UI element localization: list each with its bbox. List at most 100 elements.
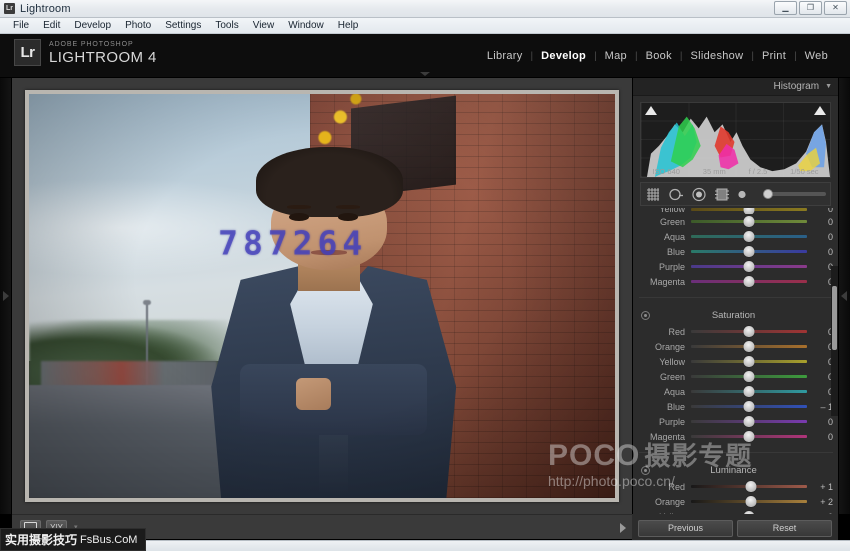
module-slideshow[interactable]: Slideshow	[682, 50, 751, 62]
hue-slider-row[interactable]: Blue0	[633, 244, 838, 259]
adjustment-brush-tool-icon[interactable]	[737, 187, 753, 202]
saturation-slider-row[interactable]: Orange0	[633, 339, 838, 354]
saturation-slider-row[interactable]: Yellow0	[633, 354, 838, 369]
expand-right-panel-icon[interactable]	[841, 291, 847, 301]
saturation-slider-label: Blue	[637, 402, 691, 412]
module-print[interactable]: Print	[754, 50, 794, 62]
hue-slider-track[interactable]	[691, 279, 807, 284]
menu-settings[interactable]: Settings	[158, 19, 208, 33]
saturation-slider-track[interactable]	[691, 419, 807, 424]
hue-slider-row[interactable]: Green0	[633, 214, 838, 229]
red-eye-correction-tool-icon[interactable]	[691, 187, 707, 202]
hue-slider-row[interactable]: Purple0	[633, 259, 838, 274]
hue-slider-row[interactable]: Aqua0	[633, 229, 838, 244]
right-panel-scrollbar[interactable]	[831, 266, 838, 416]
saturation-slider-row[interactable]: Magenta0	[633, 429, 838, 444]
previous-button[interactable]: Previous	[638, 520, 733, 537]
hue-slider-track[interactable]	[691, 264, 807, 269]
saturation-slider-knob[interactable]	[744, 356, 755, 367]
saturation-slider-row[interactable]: Aqua0	[633, 384, 838, 399]
maximize-button[interactable]: ❐	[799, 1, 822, 15]
hue-slider-track[interactable]	[691, 208, 807, 212]
luminance-slider-track[interactable]	[691, 484, 807, 489]
scrollbar-thumb[interactable]	[832, 286, 837, 350]
close-button[interactable]: ✕	[824, 1, 847, 15]
tool-amount-knob[interactable]	[763, 189, 773, 199]
hue-slider-knob[interactable]	[744, 216, 755, 227]
hue-slider-knob[interactable]	[744, 231, 755, 242]
hue-slider-track[interactable]	[691, 219, 807, 224]
saturation-slider-track[interactable]	[691, 404, 807, 409]
targeted-adjustment-tool-icon[interactable]	[641, 311, 650, 320]
image-view[interactable]: 787264	[12, 78, 632, 514]
menu-tools[interactable]: Tools	[208, 19, 245, 33]
photo-canvas[interactable]: 787264	[29, 94, 615, 498]
saturation-slider-track[interactable]	[691, 389, 807, 394]
menu-file[interactable]: File	[6, 19, 36, 33]
saturation-slider-value: – 1	[807, 402, 833, 412]
filmstrip-collapsed[interactable]	[838, 78, 850, 514]
saturation-slider-label: Green	[637, 372, 691, 382]
tool-amount-slider[interactable]	[763, 192, 826, 196]
saturation-slider-row[interactable]: Purple0	[633, 414, 838, 429]
graduated-filter-tool-icon[interactable]	[714, 187, 730, 202]
develop-tool-strip	[640, 182, 831, 206]
saturation-slider-knob[interactable]	[744, 431, 755, 442]
saturation-slider-track[interactable]	[691, 374, 807, 379]
menu-view[interactable]: View	[246, 19, 282, 33]
saturation-slider-knob[interactable]	[744, 416, 755, 427]
saturation-slider-knob[interactable]	[744, 341, 755, 352]
reset-button[interactable]: Reset	[737, 520, 832, 537]
hue-slider-row[interactable]: Magenta0	[633, 274, 838, 289]
toolbar-expand-icon[interactable]	[620, 523, 626, 533]
luminance-slider-knob[interactable]	[746, 481, 757, 492]
saturation-slider-knob[interactable]	[744, 401, 755, 412]
hue-slider-knob[interactable]	[744, 208, 755, 214]
chevron-down-icon[interactable]: ▼	[825, 83, 832, 90]
module-web[interactable]: Web	[797, 50, 836, 62]
menu-edit[interactable]: Edit	[36, 19, 67, 33]
menu-develop[interactable]: Develop	[67, 19, 118, 33]
spot-removal-tool-icon[interactable]	[668, 187, 684, 202]
module-map[interactable]: Map	[597, 50, 635, 62]
module-library[interactable]: Library	[479, 50, 531, 62]
saturation-slider-row[interactable]: Blue – 1	[633, 399, 838, 414]
menu-photo[interactable]: Photo	[118, 19, 158, 33]
identity-plate[interactable]: Lr ADOBE PHOTOSHOP LIGHTROOM 4	[14, 39, 157, 66]
hue-slider-knob[interactable]	[744, 261, 755, 272]
shadow-clipping-indicator-icon[interactable]	[645, 106, 657, 115]
photo-subject-arms	[240, 364, 427, 434]
minimize-button[interactable]: ▁	[774, 1, 797, 15]
top-panel-toggle-icon[interactable]	[420, 72, 430, 76]
saturation-slider-row[interactable]: Red0	[633, 324, 838, 339]
hue-slider-knob[interactable]	[744, 246, 755, 257]
luminance-slider-track[interactable]	[691, 499, 807, 504]
saturation-slider-row[interactable]: Green0	[633, 369, 838, 384]
saturation-slider-knob[interactable]	[744, 386, 755, 397]
hue-slider-knob[interactable]	[744, 276, 755, 287]
hue-slider-label: Yellow	[637, 208, 691, 214]
left-panel-collapsed[interactable]	[0, 78, 12, 514]
saturation-slider-knob[interactable]	[744, 371, 755, 382]
histogram-header[interactable]: Histogram ▼	[633, 78, 838, 96]
saturation-slider-track[interactable]	[691, 344, 807, 349]
menu-window[interactable]: Window	[281, 19, 331, 33]
module-book[interactable]: Book	[638, 50, 680, 62]
highlight-clipping-indicator-icon[interactable]	[814, 106, 826, 115]
luminance-slider-row[interactable]: Orange+ 2	[633, 494, 838, 509]
luminance-slider-row[interactable]: Red+ 1	[633, 479, 838, 494]
saturation-slider-track[interactable]	[691, 359, 807, 364]
menu-help[interactable]: Help	[331, 19, 366, 33]
hsl-panel-scroll[interactable]: Yellow0Green0Aqua0Blue0Purple0Magenta0 S…	[633, 208, 838, 514]
saturation-slider-knob[interactable]	[744, 326, 755, 337]
expand-left-panel-icon[interactable]	[3, 291, 9, 301]
targeted-adjustment-tool-icon[interactable]	[641, 466, 650, 475]
histogram[interactable]: ISO 640 35 mm f / 2.5 1/50 sec	[640, 102, 831, 178]
saturation-slider-track[interactable]	[691, 434, 807, 439]
hue-slider-track[interactable]	[691, 234, 807, 239]
crop-overlay-tool-icon[interactable]	[645, 187, 661, 202]
module-develop[interactable]: Develop	[533, 50, 594, 62]
luminance-slider-knob[interactable]	[746, 496, 757, 507]
hue-slider-track[interactable]	[691, 249, 807, 254]
saturation-slider-track[interactable]	[691, 329, 807, 334]
